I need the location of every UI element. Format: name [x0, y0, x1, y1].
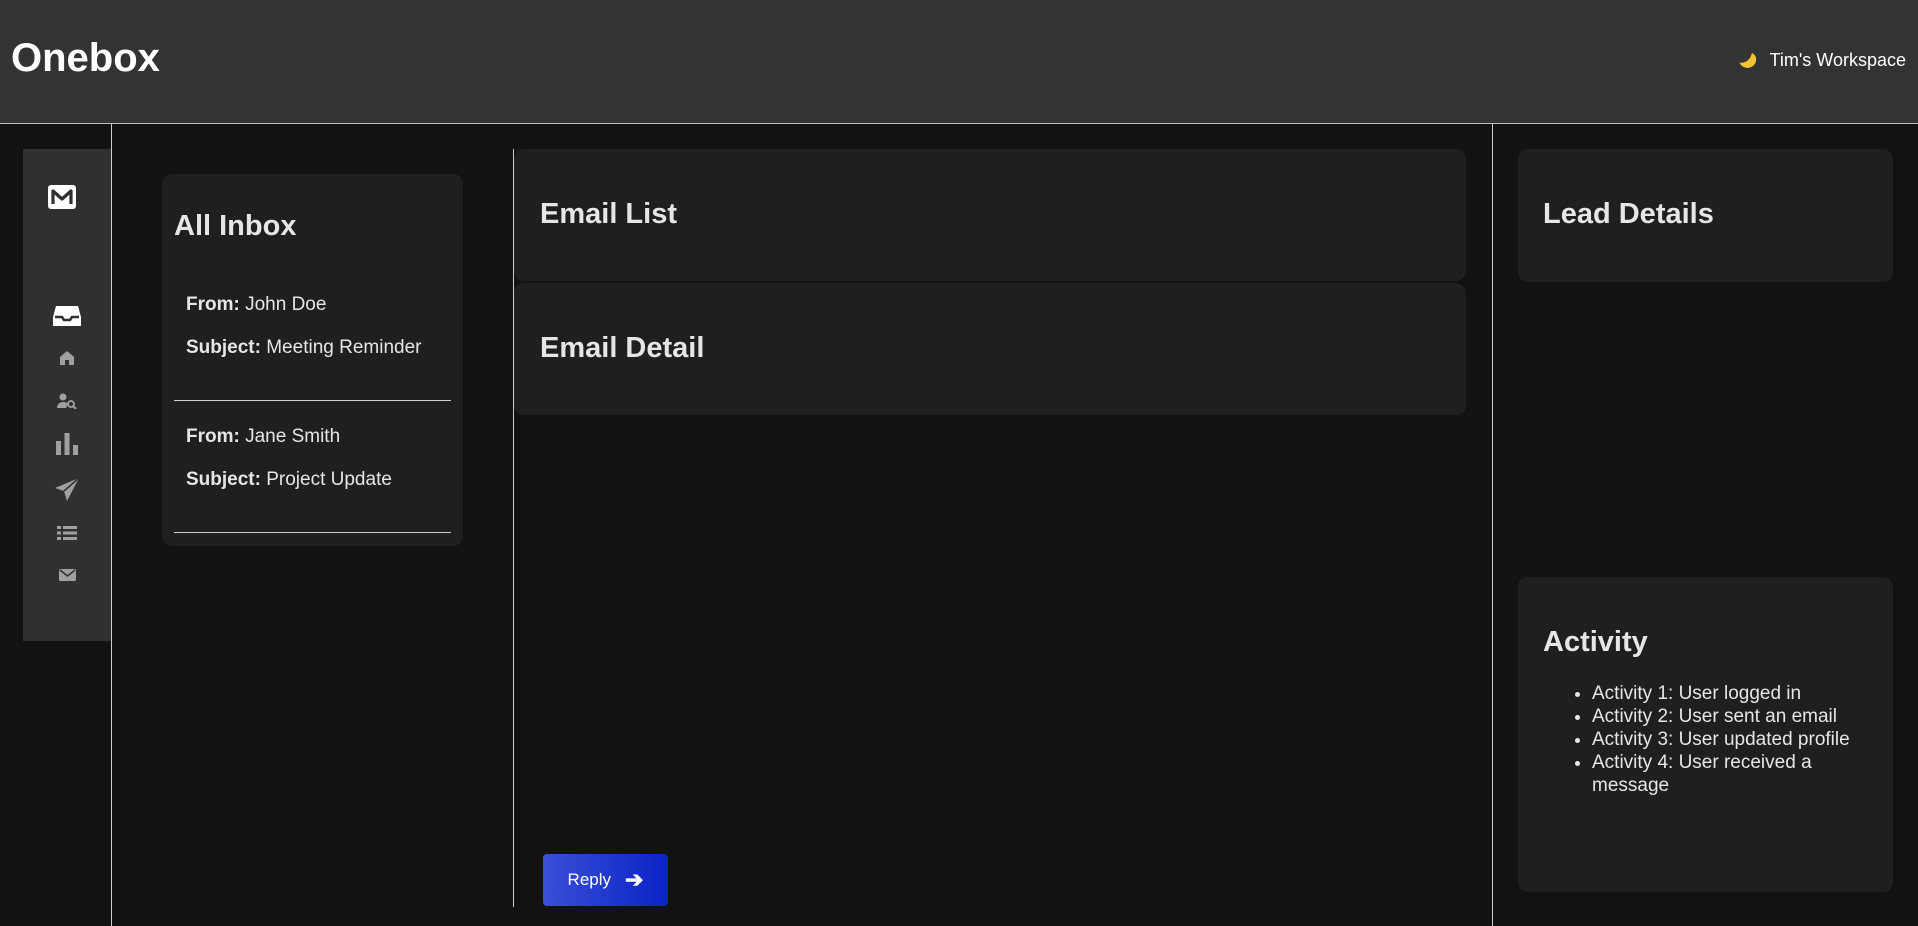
sidebar-item-contacts[interactable]	[57, 392, 77, 410]
email-subject: Meeting Reminder	[266, 337, 422, 358]
subject-label: Subject:	[186, 469, 261, 490]
sidebar-item-list[interactable]	[57, 525, 77, 541]
email-from-line: From: John Doe	[186, 294, 326, 316]
sidebar-item-analytics[interactable]	[55, 432, 79, 456]
send-icon	[55, 477, 80, 501]
list-item[interactable]: From: John Doe Subject: Meeting Reminder	[174, 294, 451, 401]
activity-panel: Activity Activity 1: User logged in Acti…	[1518, 577, 1893, 892]
moon-icon[interactable]	[1734, 47, 1760, 73]
lead-details-panel: Lead Details	[1518, 149, 1893, 282]
gmail-m-icon[interactable]	[47, 182, 77, 212]
subject-label: Subject:	[186, 337, 261, 358]
sidebar-item-home[interactable]	[58, 349, 76, 367]
email-subject-line: Subject: Meeting Reminder	[186, 337, 421, 359]
email-detail-title: Email Detail	[540, 332, 705, 364]
email-detail-panel: Email Detail	[514, 283, 1466, 415]
reply-button[interactable]: Reply ➔	[543, 854, 668, 906]
mail-icon	[58, 569, 76, 581]
list-item[interactable]: From: Jane Smith Subject: Project Update	[174, 426, 451, 533]
activity-item: Activity 2: User sent an email	[1592, 705, 1862, 728]
home-icon	[60, 351, 74, 365]
lead-details-title: Lead Details	[1543, 198, 1714, 230]
arrow-right-icon: ➔	[625, 867, 644, 892]
from-label: From:	[186, 294, 240, 315]
email-from-line: From: Jane Smith	[186, 426, 340, 448]
app-title: Onebox	[11, 36, 160, 80]
sidebar-rail	[23, 149, 111, 641]
workspace-menu[interactable]: Tim's Workspace	[1734, 47, 1906, 73]
email-from: Jane Smith	[245, 426, 341, 447]
item-divider	[174, 532, 451, 533]
inbox-icon	[53, 306, 81, 326]
item-divider	[174, 400, 451, 401]
inbox-panel: All Inbox From: John Doe Subject: Meetin…	[162, 174, 463, 546]
workspace-label[interactable]: Tim's Workspace	[1770, 50, 1906, 71]
list-icon	[57, 526, 77, 540]
email-subject-line: Subject: Project Update	[186, 469, 392, 491]
email-list-panel: Email List	[514, 149, 1466, 281]
sidebar-item-inbox[interactable]	[53, 303, 81, 329]
activity-list: Activity 1: User logged in Activity 2: U…	[1568, 682, 1862, 797]
activity-item: Activity 1: User logged in	[1592, 682, 1862, 705]
top-header: Onebox Tim's Workspace	[0, 0, 1918, 124]
activity-title: Activity	[1543, 626, 1648, 658]
email-from: John Doe	[245, 294, 327, 315]
right-panel-divider	[1492, 124, 1493, 926]
email-list-title: Email List	[540, 198, 677, 230]
from-label: From:	[186, 426, 240, 447]
sidebar-item-mail[interactable]	[58, 567, 76, 583]
activity-item: Activity 3: User updated profile	[1592, 728, 1862, 751]
user-search-icon	[57, 393, 77, 409]
activity-item: Activity 4: User received a message	[1592, 751, 1862, 797]
sidebar-divider	[111, 124, 112, 926]
sidebar-item-send[interactable]	[54, 477, 80, 503]
reply-label: Reply	[567, 870, 612, 889]
bar-chart-icon	[56, 433, 78, 455]
email-subject: Project Update	[266, 469, 392, 490]
inbox-title: All Inbox	[174, 210, 297, 242]
